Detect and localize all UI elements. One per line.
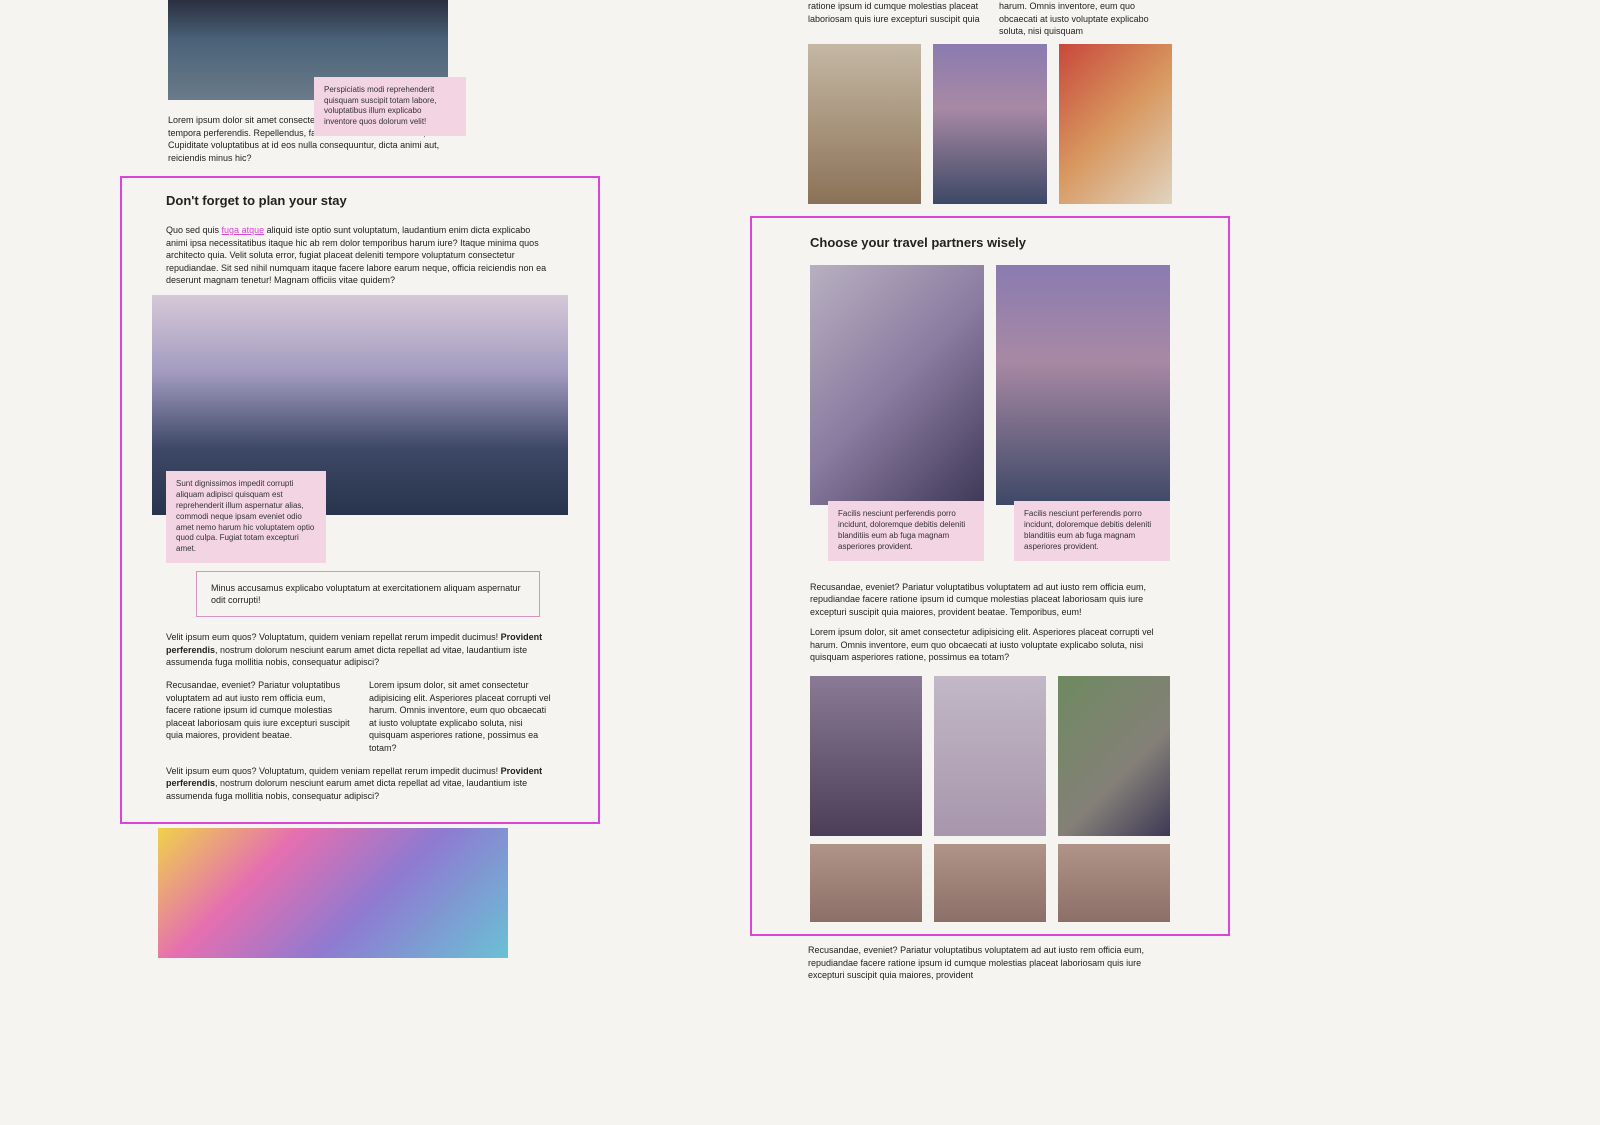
paragraph-provident-1: Velit ipsum eum quos? Voluptatum, quidem… xyxy=(166,631,554,669)
overlook-image xyxy=(996,265,1170,505)
plan-link[interactable]: fuga atque xyxy=(222,225,265,235)
plan-paragraph: Quo sed quis fuga atque aliquid iste opt… xyxy=(166,224,554,287)
beach-image-3 xyxy=(1058,844,1170,922)
partners-image-row-3 xyxy=(810,844,1170,922)
two-column-text: Recusandae, eveniet? Pariatur voluptatib… xyxy=(166,679,554,755)
camera-gear-image xyxy=(934,676,1046,836)
partners-body-2: Lorem ipsum dolor, sit amet consectetur … xyxy=(810,626,1170,664)
vegetables-image xyxy=(1059,44,1172,204)
dog-image xyxy=(810,676,922,836)
sitting-person-image xyxy=(1058,676,1170,836)
two-col-left: Recusandae, eveniet? Pariatur voluptatib… xyxy=(166,679,351,755)
dusk-image xyxy=(933,44,1046,204)
beach-image-2 xyxy=(934,844,1046,922)
tail-text: Recusandae, eveniet? Pariatur voluptatib… xyxy=(808,944,1172,982)
plan-heading: Don't forget to plan your stay xyxy=(166,192,554,210)
mountain-caption: Sunt dignissimos impedit corrupti aliqua… xyxy=(166,471,326,563)
skater-image xyxy=(810,265,984,505)
top-col-left: ratione ipsum id cumque molestias placea… xyxy=(808,0,981,38)
partners-image-row xyxy=(810,265,1170,505)
partners-heading: Choose your travel partners wisely xyxy=(810,234,1170,252)
paragraph-provident-2: Velit ipsum eum quos? Voluptatum, quidem… xyxy=(166,765,554,803)
colorful-houses-image xyxy=(158,828,508,958)
caption-b: Facilis nesciunt perferendis porro incid… xyxy=(1014,501,1170,560)
blockquote: Minus accusamus explicabo voluptatum at … xyxy=(196,571,540,617)
caption-a: Facilis nesciunt perferendis porro incid… xyxy=(828,501,984,560)
partners-image-row-2 xyxy=(810,676,1170,836)
image-row-top xyxy=(808,44,1172,204)
selection-plan-stay: Don't forget to plan your stay Quo sed q… xyxy=(120,176,600,824)
top-text-columns: ratione ipsum id cumque molestias placea… xyxy=(808,0,1172,38)
top-col-right: harum. Omnis inventore, eum quo obcaecat… xyxy=(999,0,1172,38)
portrait-image xyxy=(808,44,921,204)
partners-body-1: Recusandae, eveniet? Pariatur voluptatib… xyxy=(810,581,1170,619)
selection-travel-partners: Choose your travel partners wisely Facil… xyxy=(750,216,1230,936)
beach-image-1 xyxy=(810,844,922,922)
two-col-right: Lorem ipsum dolor, sit amet consectetur … xyxy=(369,679,554,755)
hero-caption: Perspiciatis modi reprehenderit quisquam… xyxy=(314,77,466,136)
